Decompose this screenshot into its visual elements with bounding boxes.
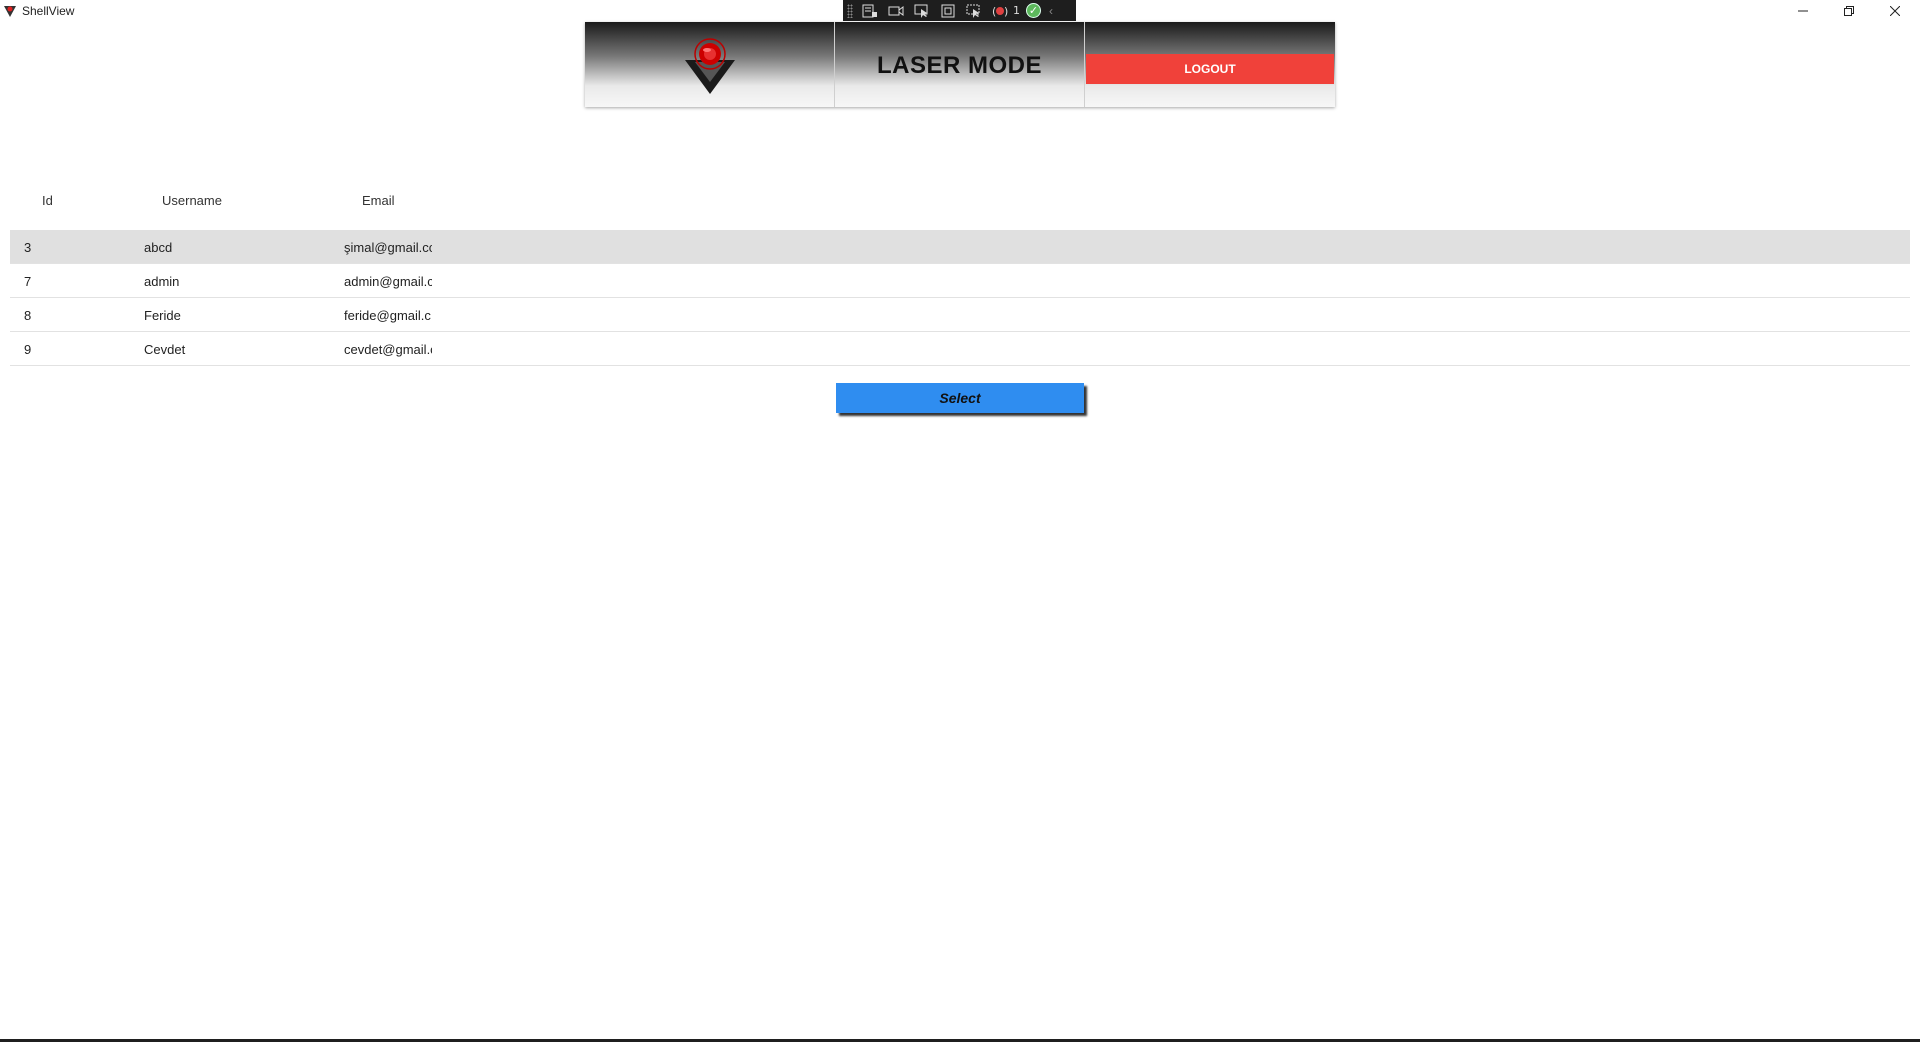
table-row[interactable]: 9 Cevdet cevdet@gmail.c bbox=[10, 332, 1910, 366]
svg-text:(: ( bbox=[992, 5, 996, 18]
table-header: Id Username Email bbox=[10, 180, 1910, 230]
header-logo-cell bbox=[585, 22, 835, 107]
live-visual-tree-button[interactable] bbox=[859, 2, 881, 20]
app-header: LASER MODE LOGOUT bbox=[585, 22, 1335, 107]
window-title: ShellView bbox=[22, 4, 75, 18]
track-focus-icon bbox=[966, 4, 980, 18]
cell-username: Cevdet bbox=[144, 342, 186, 357]
collapse-chevron-icon[interactable]: ‹ bbox=[1049, 4, 1053, 18]
display-layout-adorners-icon bbox=[941, 4, 955, 17]
cell-username: admin bbox=[144, 274, 180, 289]
close-icon bbox=[1890, 6, 1900, 16]
cell-email: feride@gmail.c bbox=[344, 308, 431, 323]
cell-username: Feride bbox=[144, 308, 181, 323]
table-row[interactable]: 7 admin admin@gmail.c bbox=[10, 264, 1910, 298]
record-icon bbox=[888, 5, 904, 16]
cell-id: 7 bbox=[24, 274, 32, 289]
cell-email: şimal@gmail.cc bbox=[344, 240, 432, 255]
column-header-username[interactable]: Username bbox=[162, 193, 222, 208]
table-row[interactable]: 8 Feride feride@gmail.c bbox=[10, 298, 1910, 332]
cell-id: 8 bbox=[24, 308, 32, 323]
svg-text:): ) bbox=[1004, 5, 1008, 18]
page-title: LASER MODE bbox=[876, 52, 1042, 79]
restore-icon bbox=[1844, 6, 1854, 16]
binding-failures-count: 1 bbox=[1013, 4, 1020, 17]
toolbar-grip[interactable] bbox=[847, 3, 853, 18]
header-logout-cell: LOGOUT bbox=[1085, 22, 1335, 107]
select-button[interactable]: Select bbox=[836, 383, 1084, 413]
debug-toolbar: ( ) 1 ✓ ‹ bbox=[843, 0, 1076, 21]
record-button[interactable] bbox=[885, 2, 907, 20]
binding-failures-button[interactable]: ( ) bbox=[989, 2, 1011, 20]
table-row[interactable]: 3 abcd şimal@gmail.cc bbox=[10, 230, 1910, 264]
header-title-cell: LASER MODE bbox=[835, 22, 1085, 107]
users-table: Id Username Email 3 abcd şimal@gmail.cc … bbox=[10, 180, 1910, 366]
restore-button[interactable] bbox=[1826, 0, 1872, 22]
close-button[interactable] bbox=[1872, 0, 1918, 22]
cell-email: cevdet@gmail.c bbox=[344, 342, 432, 357]
layout-adorners-button[interactable] bbox=[937, 2, 959, 20]
laser-logo-icon bbox=[4, 6, 16, 17]
cell-username: abcd bbox=[144, 240, 173, 255]
cell-id: 9 bbox=[24, 342, 32, 357]
column-header-id[interactable]: Id bbox=[42, 193, 53, 208]
check-circle-icon[interactable]: ✓ bbox=[1026, 3, 1041, 18]
track-focus-button[interactable] bbox=[963, 2, 985, 20]
cell-id: 3 bbox=[24, 240, 32, 255]
cell-email: admin@gmail.c bbox=[344, 274, 432, 289]
minimize-icon bbox=[1798, 10, 1808, 12]
live-visual-tree-icon bbox=[862, 4, 877, 17]
logout-button[interactable]: LOGOUT bbox=[1086, 54, 1334, 84]
select-element-icon bbox=[914, 4, 928, 18]
binding-failures-icon: ( ) bbox=[992, 5, 1008, 18]
column-header-email[interactable]: Email bbox=[362, 193, 395, 208]
select-element-button[interactable] bbox=[911, 2, 933, 20]
laser-target-logo-icon bbox=[685, 38, 735, 94]
minimize-button[interactable] bbox=[1780, 0, 1826, 22]
